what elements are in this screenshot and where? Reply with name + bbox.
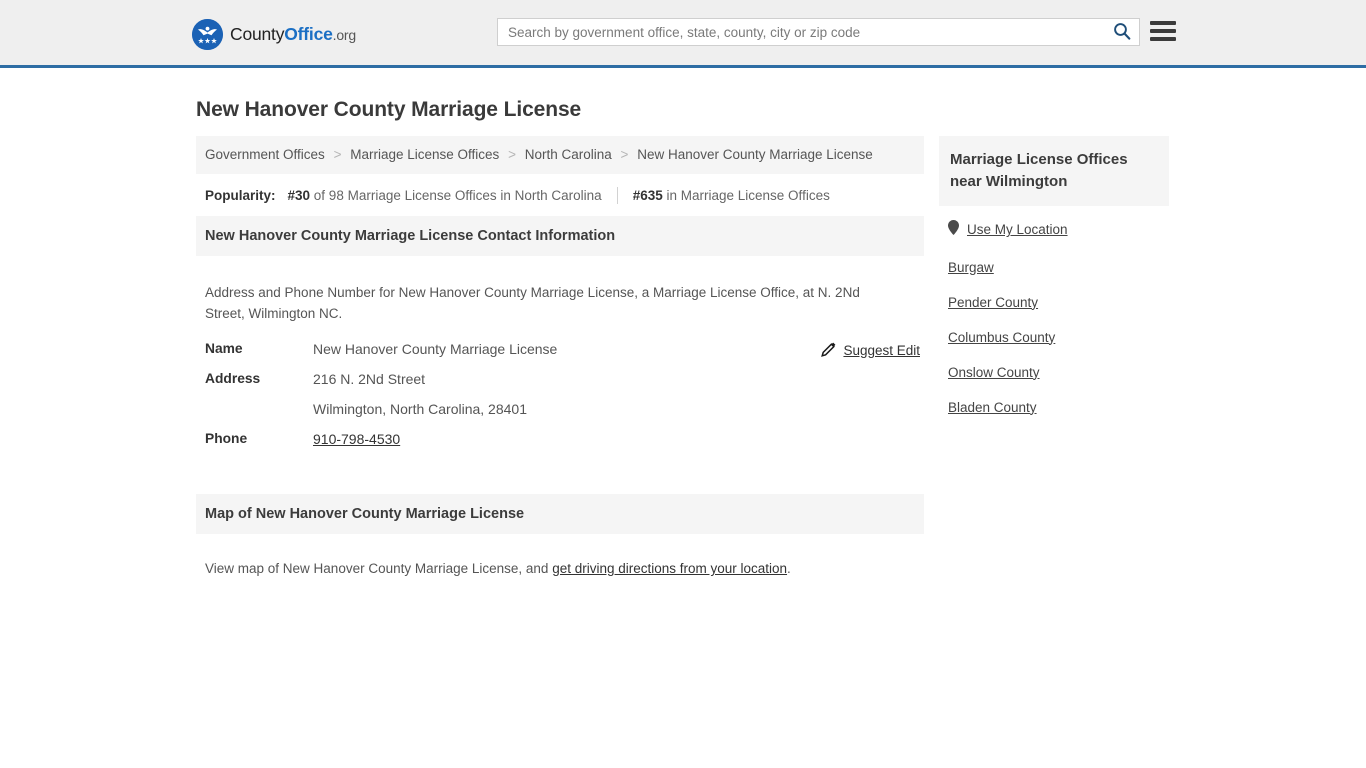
sidebar-item-bladen-county[interactable]: Bladen County (948, 400, 1160, 415)
content-container: New Hanover County Marriage License Gove… (188, 84, 1178, 590)
popularity-divider (616, 187, 618, 205)
map-section-description: View map of New Hanover County Marriage … (196, 547, 924, 576)
detail-value-address-line2: Wilmington, North Carolina, 28401 (313, 400, 527, 417)
sidebar-link-burgaw[interactable]: Burgaw (948, 260, 994, 275)
detail-value-address-line1: 216 N. 2Nd Street (313, 370, 426, 387)
sidebar-link-use-my-location[interactable]: Use My Location (967, 222, 1068, 237)
menu-bar-3 (1150, 37, 1176, 41)
popularity-overall-rank-text: in Marriage License Offices (662, 188, 830, 204)
page-title: New Hanover County Marriage License (196, 98, 582, 121)
breadcrumb-item-marriage-license-offices[interactable]: Marriage License Offices (350, 147, 499, 162)
sidebar-link-pender-county[interactable]: Pender County (948, 295, 1038, 310)
suggest-edit-button[interactable]: Suggest Edit (821, 342, 920, 360)
popularity-state-rank: #30 of 98 Marriage License Offices in No… (288, 188, 602, 203)
breadcrumb-item-current: New Hanover County Marriage License (637, 147, 873, 162)
suggest-edit-label: Suggest Edit (843, 343, 920, 359)
contact-section-heading: New Hanover County Marriage License Cont… (196, 216, 924, 257)
detail-row-name: Name New Hanover County Marriage License (205, 341, 915, 357)
search-icon (1113, 22, 1131, 43)
sidebar-link-bladen-county[interactable]: Bladen County (948, 400, 1037, 415)
sidebar-item-columbus-county[interactable]: Columbus County (948, 330, 1160, 345)
breadcrumb-item-government-offices[interactable]: Government Offices (205, 147, 325, 162)
popularity-state-rank-text: of 98 Marriage License Offices in North … (310, 188, 602, 204)
sidebar: Marriage License Offices near Wilmington… (939, 136, 1169, 415)
breadcrumb-item-north-carolina[interactable]: North Carolina (525, 147, 612, 162)
site-header: CountyOffice.org (0, 0, 1366, 68)
eagle-seal-icon (192, 19, 223, 50)
menu-bar-1 (1150, 21, 1176, 25)
breadcrumb: Government Offices > Marriage License Of… (196, 136, 924, 175)
breadcrumb-separator: > (620, 147, 629, 162)
contact-details: Suggest Edit Name New Hanover County Mar… (196, 341, 924, 447)
popularity-label: Popularity: (205, 188, 276, 204)
search-form[interactable] (497, 18, 1140, 46)
detail-key-address: Address (205, 370, 261, 386)
search-input[interactable] (498, 19, 1105, 45)
popularity-overall-rank-number: #635 (632, 188, 663, 204)
detail-row-address: Address 216 N. 2Nd Street (205, 371, 915, 387)
popularity-row: Popularity: #30 of 98 Marriage License O… (196, 174, 924, 216)
detail-row-phone: Phone 910-798-4530 (205, 431, 915, 447)
main-column: Government Offices > Marriage License Of… (196, 136, 924, 590)
search-button[interactable] (1105, 19, 1139, 45)
sidebar-link-onslow-county[interactable]: Onslow County (948, 365, 1040, 380)
sidebar-item-onslow-county[interactable]: Onslow County (948, 365, 1160, 380)
hamburger-menu-icon[interactable] (1150, 18, 1176, 44)
driving-directions-link[interactable]: get driving directions from your locatio… (552, 561, 787, 576)
content-columns: Government Offices > Marriage License Of… (196, 136, 1178, 590)
detail-key-phone: Phone (205, 430, 248, 446)
site-logo[interactable]: CountyOffice.org (192, 19, 356, 50)
breadcrumb-separator: > (333, 147, 342, 162)
location-pin-icon (948, 219, 959, 240)
sidebar-item-use-my-location[interactable]: Use My Location (948, 219, 1160, 240)
popularity-state-rank-number: #30 (287, 188, 311, 204)
popularity-overall-rank: #635 in Marriage License Offices (633, 188, 830, 203)
menu-bar-2 (1150, 29, 1176, 33)
sidebar-heading: Marriage License Offices near Wilmington (939, 136, 1169, 206)
logo-wordmark: CountyOffice.org (230, 23, 357, 44)
detail-row-address-city: Wilmington, North Carolina, 28401 (205, 401, 915, 417)
sidebar-item-pender-county[interactable]: Pender County (948, 295, 1160, 310)
detail-key-name: Name (205, 340, 243, 356)
map-section-heading: Map of New Hanover County Marriage Licen… (196, 493, 924, 534)
sidebar-link-columbus-county[interactable]: Columbus County (948, 330, 1055, 345)
edit-pencil-icon (821, 342, 836, 360)
map-section: Map of New Hanover County Marriage Licen… (196, 493, 924, 576)
logo-word-org: .org (332, 26, 357, 43)
sidebar-item-burgaw[interactable]: Burgaw (948, 260, 1160, 275)
detail-value-name: New Hanover County Marriage License (313, 340, 558, 357)
sidebar-list: Use My Location Burgaw Pender County Col… (939, 219, 1169, 415)
map-text-after: . (787, 561, 791, 577)
breadcrumb-separator: > (508, 147, 516, 162)
logo-word-office: Office (284, 23, 333, 44)
page-body: New Hanover County Marriage License Gove… (0, 68, 1366, 590)
phone-link[interactable]: 910-798-4530 (313, 431, 400, 447)
logo-word-county: County (230, 23, 285, 44)
contact-section-description: Address and Phone Number for New Hanover… (205, 284, 860, 321)
map-text-before: View map of New Hanover County Marriage … (205, 561, 553, 577)
